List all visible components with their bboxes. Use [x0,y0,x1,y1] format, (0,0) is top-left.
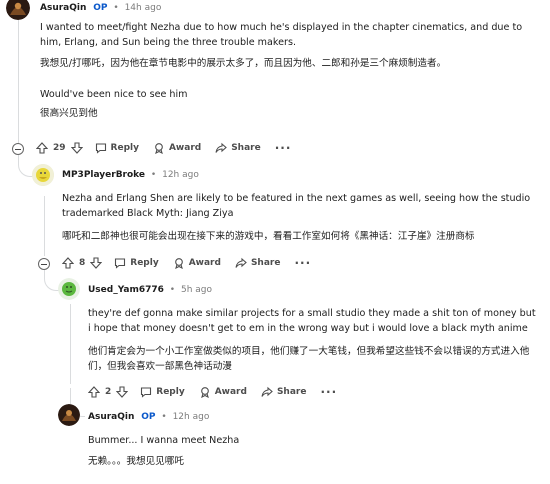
username[interactable]: AsuraQin [40,3,86,13]
timestamp: 14h ago [124,3,162,13]
reply-button[interactable]: Reply [95,142,139,154]
downvote-icon[interactable] [90,257,103,269]
comment-body: Nezha and Erlang Shen are likely to be f… [62,191,540,254]
comment-meta: MP3PlayerBroke • 12h ago [62,170,199,180]
comment-paragraph: they're def gonna make similar projects … [88,308,536,334]
award-button[interactable]: Award [153,142,201,154]
comment-paragraph: 我想见/打哪吒，因为他在章节电影中的展示太多了，而且因为他、二郎和孙是三个麻烦制… [40,58,447,69]
reply-label: Reply [110,143,139,153]
avatar[interactable] [58,278,80,300]
comment-paragraph: I wanted to meet/fight Nezha due to how … [40,22,523,48]
award-icon [155,143,163,154]
op-badge: OP [93,3,108,13]
username[interactable]: Used_Yam6776 [88,285,164,295]
more-options-button[interactable]: ··· [320,385,337,399]
share-label: Share [276,387,307,397]
op-badge: OP [141,412,156,422]
collapse-thread-button[interactable] [38,258,50,270]
comment-actions: 8 Reply Award Share ··· [62,254,311,272]
reply-button[interactable]: Reply [114,257,159,269]
timestamp: 5h ago [180,285,212,295]
avatar[interactable] [58,404,80,426]
reply-button[interactable]: Reply [140,386,185,398]
vote-count: 8 [79,258,86,268]
comment-paragraph: 他们肯定会为一个小工作室做类似的项目，他们赚了一大笔钱，但我希望这些钱不会以错误… [88,346,530,372]
more-options-button[interactable]: ··· [275,141,292,155]
award-label: Award [214,387,247,397]
award-button[interactable]: Award [173,257,221,269]
comment-paragraph: Would've been nice to see him [40,89,188,100]
award-icon [200,387,209,398]
comment-meta: AsuraQin OP • 14h ago [40,3,162,13]
avatar[interactable] [6,0,30,20]
upvote-icon[interactable] [62,257,74,269]
reply-label: Reply [156,387,185,397]
share-label: Share [231,143,261,153]
vote-control: 2 [88,386,129,398]
share-button[interactable]: Share [215,142,261,154]
reply-label: Reply [130,258,159,268]
collapse-thread-button[interactable] [12,143,24,155]
comment-icon [141,387,152,398]
timestamp: 12h ago [172,412,210,422]
share-button[interactable]: Share [261,386,307,398]
comment-paragraph: 很高兴见到他 [40,108,98,119]
share-icon [261,386,273,397]
comment-actions: 2 Reply Award Share ··· [88,383,337,401]
avatar[interactable] [32,164,54,186]
share-label: Share [250,258,281,268]
downvote-icon[interactable] [70,142,83,154]
upvote-icon[interactable] [36,142,48,154]
vote-control: 8 [62,257,103,269]
comment-icon [95,143,106,154]
username[interactable]: MP3PlayerBroke [62,170,145,180]
share-icon [215,142,228,153]
downvote-icon[interactable] [116,386,129,398]
username[interactable]: AsuraQin [88,412,134,422]
comment-meta: Used_Yam6776 • 5h ago [88,285,212,295]
comment-paragraph: 哪吒和二郎神也很可能会出现在接下来的游戏中，看看工作室如何将《黑神话：江子崖》注… [62,231,475,242]
award-button[interactable]: Award [199,386,247,398]
award-label: Award [188,258,221,268]
vote-control: 29 [36,142,83,154]
timestamp: 12h ago [162,170,199,180]
award-label: Award [168,143,202,153]
comment-body: I wanted to meet/fight Nezha due to how … [40,20,540,131]
share-icon [235,257,247,268]
comment-body: they're def gonna make similar projects … [88,306,540,384]
comment-meta: AsuraQin OP • 12h ago [88,412,210,422]
more-options-button[interactable]: ··· [294,256,311,270]
comment-icon [115,258,126,269]
comment-actions: 29 Reply Award Share ··· [36,139,291,157]
comment-paragraph: 无赖。。。我想见见哪吒 [88,456,184,467]
upvote-icon[interactable] [88,386,100,398]
vote-count: 29 [53,143,66,153]
comment-paragraph: Bummer... I wanna meet Nezha [88,435,240,446]
comment-paragraph: Nezha and Erlang Shen are likely to be f… [62,193,531,219]
comment-body: Bummer... I wanna meet Nezha 无赖。。。我想见见哪吒 [88,433,540,479]
vote-count: 2 [105,387,112,397]
award-icon [174,258,183,269]
share-button[interactable]: Share [235,257,281,269]
